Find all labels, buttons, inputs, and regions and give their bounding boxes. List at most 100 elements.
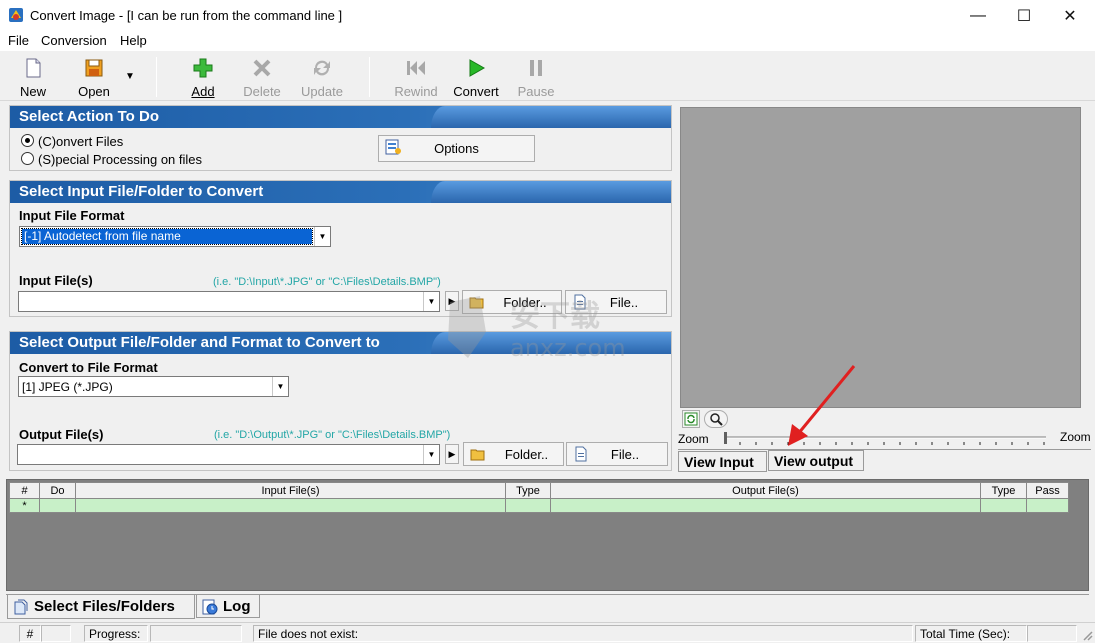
input-files-label: Input File(s) bbox=[19, 273, 93, 288]
input-format-select[interactable]: [-1] Autodetect from file name ▼ bbox=[19, 226, 331, 247]
table-cell[interactable] bbox=[980, 498, 1027, 513]
tab-view-input[interactable]: View Input bbox=[678, 451, 767, 472]
image-preview bbox=[680, 107, 1081, 408]
column-header[interactable]: # bbox=[9, 482, 40, 499]
file-icon bbox=[575, 446, 587, 462]
table-cell[interactable] bbox=[1026, 498, 1069, 513]
window-title: Convert Image - [I can be run from the c… bbox=[30, 8, 343, 23]
table-cell[interactable] bbox=[505, 498, 551, 513]
pause-button[interactable]: Pause bbox=[516, 57, 556, 99]
file-table: # Do Input File(s) Type Output File(s) T… bbox=[9, 482, 1069, 513]
svg-text:anxz.com: anxz.com bbox=[510, 334, 626, 362]
app-icon bbox=[9, 8, 23, 22]
title-bar: Convert Image - [I can be run from the c… bbox=[0, 0, 1095, 31]
options-button[interactable]: Options bbox=[378, 135, 535, 162]
column-header[interactable]: Do bbox=[39, 482, 76, 499]
status-count bbox=[41, 625, 71, 642]
output-files-label: Output File(s) bbox=[19, 427, 104, 442]
view-tabs-divider bbox=[678, 449, 1091, 450]
menu-help[interactable]: Help bbox=[120, 33, 147, 48]
output-files-combo[interactable]: ▼ bbox=[17, 444, 440, 465]
new-document-icon bbox=[26, 58, 41, 78]
column-header[interactable]: Input File(s) bbox=[75, 482, 506, 499]
zoom-slider[interactable] bbox=[724, 432, 1048, 446]
tab-log[interactable]: Log bbox=[196, 594, 260, 618]
column-header[interactable]: Output File(s) bbox=[550, 482, 981, 499]
chevron-down-icon: ▼ bbox=[272, 377, 288, 396]
magnifier-icon bbox=[710, 413, 723, 426]
table-cell[interactable] bbox=[75, 498, 506, 513]
input-files-combo[interactable]: ▼ bbox=[18, 291, 440, 312]
toolbar-separator bbox=[369, 57, 370, 97]
open-dropdown-button[interactable]: ▼ bbox=[122, 67, 138, 109]
output-browse-arrow-button[interactable]: ▶ bbox=[445, 444, 459, 464]
maximize-button[interactable]: ☐ bbox=[1001, 0, 1047, 31]
pause-icon bbox=[530, 60, 542, 76]
input-files-hint: (i.e. "D:\Input\*.JPG" or "C:\Files\Deta… bbox=[213, 276, 441, 288]
column-header[interactable]: Pass bbox=[1026, 482, 1069, 499]
input-panel-header: Select Input File/Folder to Convert bbox=[10, 181, 671, 203]
output-files-hint: (i.e. "D:\Output\*.JPG" or "C:\Files\Det… bbox=[214, 429, 451, 441]
input-format-label: Input File Format bbox=[19, 208, 125, 223]
column-header[interactable]: Type bbox=[980, 482, 1027, 499]
chevron-down-icon: ▼ bbox=[423, 292, 439, 311]
status-bar: # Progress: File does not exist: Total T… bbox=[0, 622, 1095, 643]
folder-icon bbox=[470, 449, 485, 461]
zoom-max-label: Zoom bbox=[1060, 430, 1091, 444]
chevron-down-icon: ▼ bbox=[314, 227, 330, 246]
table-cell[interactable] bbox=[550, 498, 981, 513]
special-processing-label[interactable]: (S)pecial Processing on files bbox=[38, 152, 202, 167]
update-button[interactable]: Update bbox=[298, 57, 346, 99]
delete-x-icon bbox=[253, 59, 271, 77]
status-total-time-label: Total Time (Sec): bbox=[915, 625, 1027, 642]
output-folder-button[interactable]: Folder.. bbox=[463, 442, 564, 466]
action-panel: Select Action To Do (C)onvert Files (S)p… bbox=[9, 105, 672, 171]
open-button[interactable]: Open bbox=[72, 57, 116, 99]
column-header[interactable]: Type bbox=[505, 482, 551, 499]
rewind-button[interactable]: Rewind bbox=[392, 57, 440, 99]
new-button[interactable]: New bbox=[14, 57, 52, 99]
annotation-arrow bbox=[788, 365, 856, 446]
watermark: 安下载 anxz.com bbox=[448, 296, 626, 362]
table-cell[interactable]: * bbox=[9, 498, 40, 513]
refresh-green-icon bbox=[684, 412, 698, 426]
add-button[interactable]: Add bbox=[186, 57, 220, 99]
toolbar: New Open ▼ Add Delete Update Rewind Conv… bbox=[0, 53, 1095, 101]
convert-files-radio[interactable] bbox=[21, 134, 34, 147]
zoom-min-label: Zoom bbox=[678, 432, 709, 446]
tab-view-output[interactable]: View output bbox=[768, 449, 864, 471]
chevron-down-icon: ▼ bbox=[423, 445, 439, 464]
tab-select-files[interactable]: Select Files/Folders bbox=[7, 595, 195, 619]
play-icon bbox=[469, 59, 486, 77]
convert-button[interactable]: Convert bbox=[452, 57, 500, 99]
output-file-button[interactable]: File.. bbox=[566, 442, 668, 466]
table-header-row: # Do Input File(s) Type Output File(s) T… bbox=[9, 482, 1069, 499]
menu-bar: File Conversion Help bbox=[0, 31, 1095, 51]
status-message: File does not exist: bbox=[253, 625, 913, 642]
resize-grip-icon[interactable] bbox=[1081, 629, 1093, 641]
zoom-button[interactable] bbox=[704, 410, 728, 428]
svg-text:安下载: 安下载 bbox=[510, 299, 600, 334]
toolbar-separator bbox=[156, 57, 157, 97]
fit-to-window-button[interactable] bbox=[682, 410, 700, 428]
chevron-down-icon: ▼ bbox=[125, 71, 135, 82]
status-progress-label: Progress: bbox=[84, 625, 148, 642]
files-icon bbox=[14, 599, 28, 615]
menu-conversion[interactable]: Conversion bbox=[41, 33, 107, 48]
action-panel-header: Select Action To Do bbox=[10, 106, 671, 128]
status-hash: # bbox=[19, 625, 41, 642]
table-cell[interactable] bbox=[39, 498, 76, 513]
refresh-icon bbox=[314, 60, 330, 76]
triangle-right-icon: ▶ bbox=[448, 448, 456, 459]
menu-file[interactable]: File bbox=[8, 33, 29, 48]
rewind-icon bbox=[407, 61, 425, 75]
status-progress-bar bbox=[150, 625, 242, 642]
minimize-button[interactable]: — bbox=[955, 0, 1001, 31]
output-format-label: Convert to File Format bbox=[19, 360, 158, 375]
convert-files-label[interactable]: (C)onvert Files bbox=[38, 134, 123, 149]
table-row[interactable]: * bbox=[9, 498, 1069, 513]
output-format-select[interactable]: [1] JPEG (*.JPG) ▼ bbox=[18, 376, 289, 397]
special-processing-radio[interactable] bbox=[21, 152, 34, 165]
close-button[interactable]: ✕ bbox=[1047, 0, 1093, 31]
delete-button[interactable]: Delete bbox=[240, 57, 284, 99]
